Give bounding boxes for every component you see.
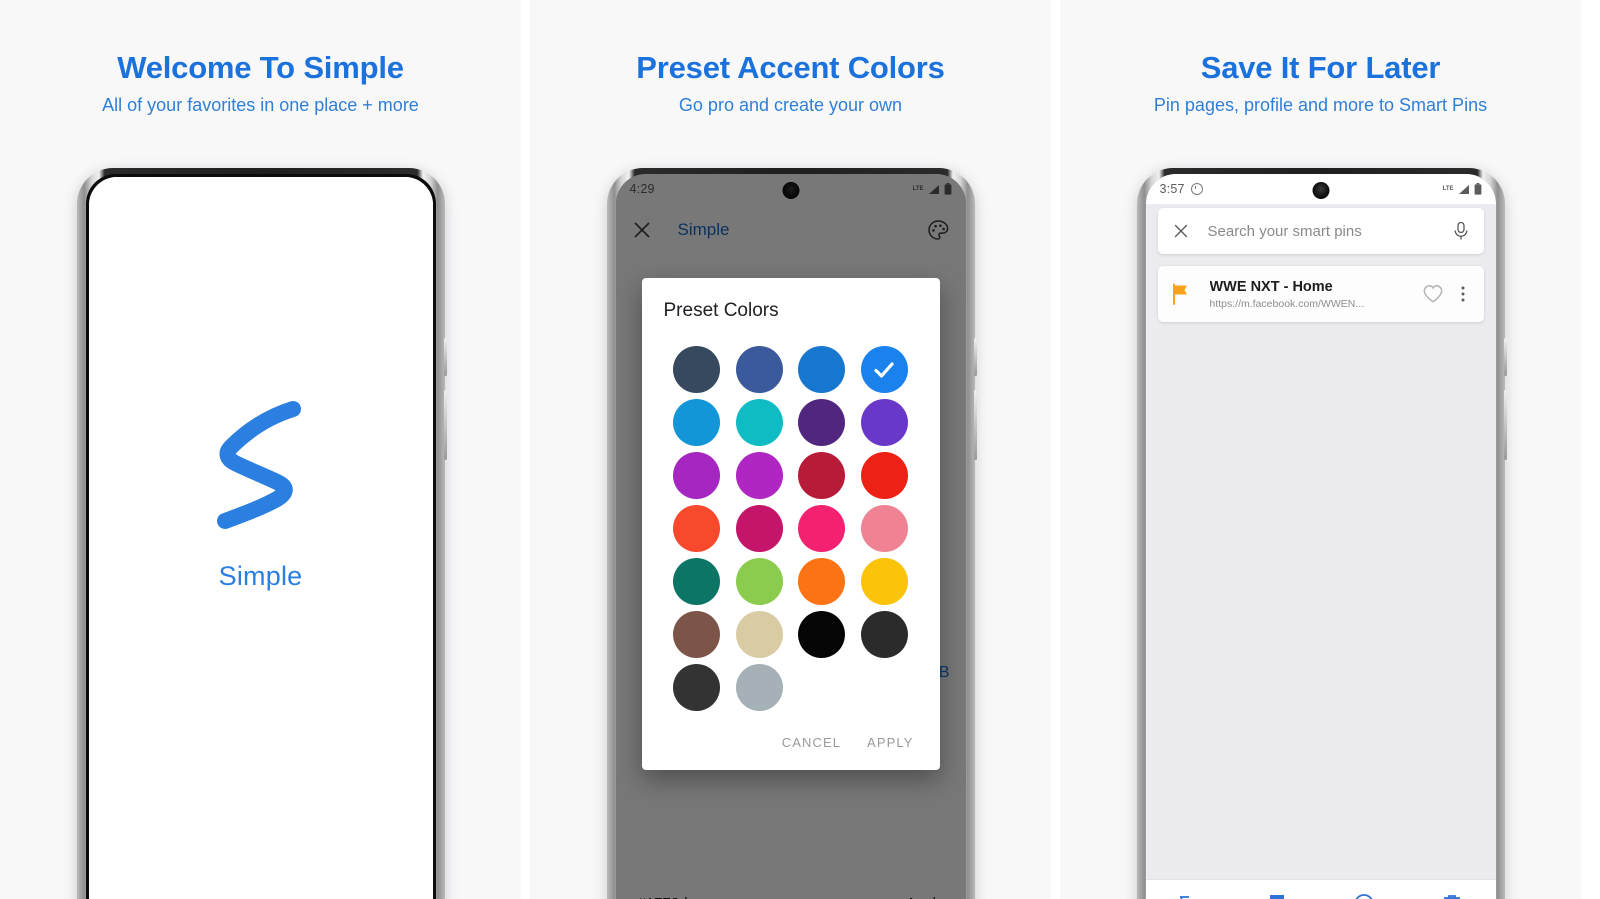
- list-item[interactable]: WWE NXT - Home https://m.facebook.com/WW…: [1157, 266, 1484, 322]
- screenshot-stage: Welcome To Simple All of your favorites …: [0, 0, 1600, 899]
- color-swatch[interactable]: [860, 399, 908, 446]
- status-bar-3: 3:57 LTE: [1145, 174, 1496, 204]
- phone-screen-1: 3:56 LTE: [88, 177, 433, 899]
- color-swatch[interactable]: [798, 399, 846, 446]
- battery-icon: [1474, 183, 1481, 195]
- panel-2-header: Preset Accent Colors Go pro and create y…: [530, 0, 1051, 116]
- phone-side-button-power[interactable]: [443, 390, 447, 460]
- color-swatch[interactable]: [735, 664, 783, 711]
- cancel-button[interactable]: CANCEL: [782, 735, 841, 750]
- bottom-toolbar: [1145, 879, 1496, 899]
- color-swatch[interactable]: [798, 505, 846, 552]
- color-swatch[interactable]: [735, 558, 783, 605]
- page-subtitle: Pin pages, profile and more to Smart Pin…: [1153, 94, 1488, 115]
- phone-mockup-1: 3:56 LTE: [76, 168, 447, 899]
- check-icon: [861, 346, 908, 393]
- phone-side-button-volume[interactable]: [1503, 338, 1507, 376]
- color-swatch[interactable]: [735, 452, 783, 499]
- list-item-texts: WWE NXT - Home https://m.facebook.com/WW…: [1210, 278, 1422, 310]
- phone-screen-3: 3:57 LTE Search your smart pins WWE NXT …: [1145, 174, 1496, 899]
- microphone-icon[interactable]: [1452, 221, 1470, 241]
- front-camera-icon: [1312, 182, 1329, 199]
- phone-side-button-power[interactable]: [973, 390, 977, 460]
- phone-side-button-volume[interactable]: [443, 338, 447, 376]
- trash-icon[interactable]: [1440, 892, 1464, 899]
- color-swatch[interactable]: [798, 611, 846, 658]
- color-swatch[interactable]: [673, 399, 721, 446]
- preset-colors-dialog: Preset Colors CANCEL APPLY: [641, 278, 940, 770]
- color-swatch[interactable]: [673, 505, 721, 552]
- color-swatch[interactable]: [673, 664, 721, 711]
- app-brand-name: Simple: [218, 561, 303, 591]
- add-circle-icon[interactable]: [1352, 892, 1376, 899]
- heart-icon[interactable]: [1422, 284, 1444, 304]
- color-swatch[interactable]: [735, 611, 783, 658]
- phone-bezel: 3:56 LTE: [85, 174, 436, 899]
- search-bar[interactable]: Search your smart pins: [1157, 208, 1484, 254]
- network-label: LTE: [1442, 186, 1454, 192]
- page-subtitle: All of your favorites in one place + mor…: [102, 94, 419, 115]
- signal-icon: [1458, 184, 1469, 194]
- alarm-icon: [1190, 183, 1203, 195]
- dialog-title: Preset Colors: [663, 300, 779, 321]
- color-swatch[interactable]: [860, 452, 908, 499]
- apply-button[interactable]: APPLY: [867, 735, 913, 750]
- color-swatch[interactable]: [735, 346, 783, 393]
- search-input[interactable]: Search your smart pins: [1208, 223, 1452, 240]
- color-swatch-grid: [642, 326, 940, 719]
- simple-s-logo: [216, 401, 301, 529]
- panel-3-header: Save It For Later Pin pages, profile and…: [1060, 0, 1581, 116]
- dialog-actions: CANCEL APPLY: [642, 719, 940, 762]
- status-clock: 3:57: [1159, 182, 1185, 196]
- status-system-icons: LTE: [1443, 183, 1482, 195]
- phone-mockup-3: 3:57 LTE Search your smart pins WWE NXT …: [1136, 168, 1507, 899]
- panel-preset-colors: Preset Accent Colors Go pro and create y…: [530, 0, 1051, 899]
- color-swatch[interactable]: [860, 505, 908, 552]
- color-swatch[interactable]: [673, 346, 721, 393]
- color-swatch[interactable]: [673, 611, 721, 658]
- panel-smart-pins: Save It For Later Pin pages, profile and…: [1060, 0, 1581, 899]
- bookmark-icon[interactable]: [1265, 892, 1289, 899]
- color-swatch[interactable]: [735, 399, 783, 446]
- page-title: Save It For Later: [1200, 50, 1441, 85]
- color-swatch[interactable]: [673, 452, 721, 499]
- color-swatch[interactable]: [798, 558, 846, 605]
- close-icon[interactable]: [1172, 222, 1190, 240]
- color-swatch[interactable]: [673, 558, 721, 605]
- phone-side-button-power[interactable]: [1503, 390, 1507, 460]
- phone-side-button-volume[interactable]: [973, 338, 977, 376]
- list-item-title: WWE NXT - Home: [1209, 278, 1333, 295]
- panel-welcome: Welcome To Simple All of your favorites …: [0, 0, 521, 899]
- phone-mockup-2: 4:29 LTE: [606, 168, 977, 899]
- page-subtitle: Go pro and create your own: [678, 94, 903, 115]
- color-swatch[interactable]: [798, 346, 846, 393]
- page-title: Preset Accent Colors: [636, 50, 945, 85]
- list-item-url: https://m.facebook.com/WWEN...: [1209, 298, 1365, 311]
- color-swatch[interactable]: [860, 558, 908, 605]
- page-title: Welcome To Simple: [117, 50, 404, 85]
- color-swatch[interactable]: [860, 346, 908, 393]
- phone-bezel: 4:29 LTE: [615, 174, 966, 899]
- sort-list-icon[interactable]: [1177, 892, 1201, 899]
- color-swatch[interactable]: [798, 452, 846, 499]
- flag-icon: [1172, 283, 1187, 305]
- phone-bezel: 3:57 LTE Search your smart pins WWE NXT …: [1145, 174, 1496, 899]
- more-vertical-icon[interactable]: [1454, 284, 1472, 304]
- color-swatch[interactable]: [860, 611, 908, 658]
- splash-screen: Simple: [88, 177, 433, 899]
- phone-screen-2: 4:29 LTE: [615, 174, 966, 899]
- color-swatch[interactable]: [735, 505, 783, 552]
- panel-1-header: Welcome To Simple All of your favorites …: [0, 0, 521, 116]
